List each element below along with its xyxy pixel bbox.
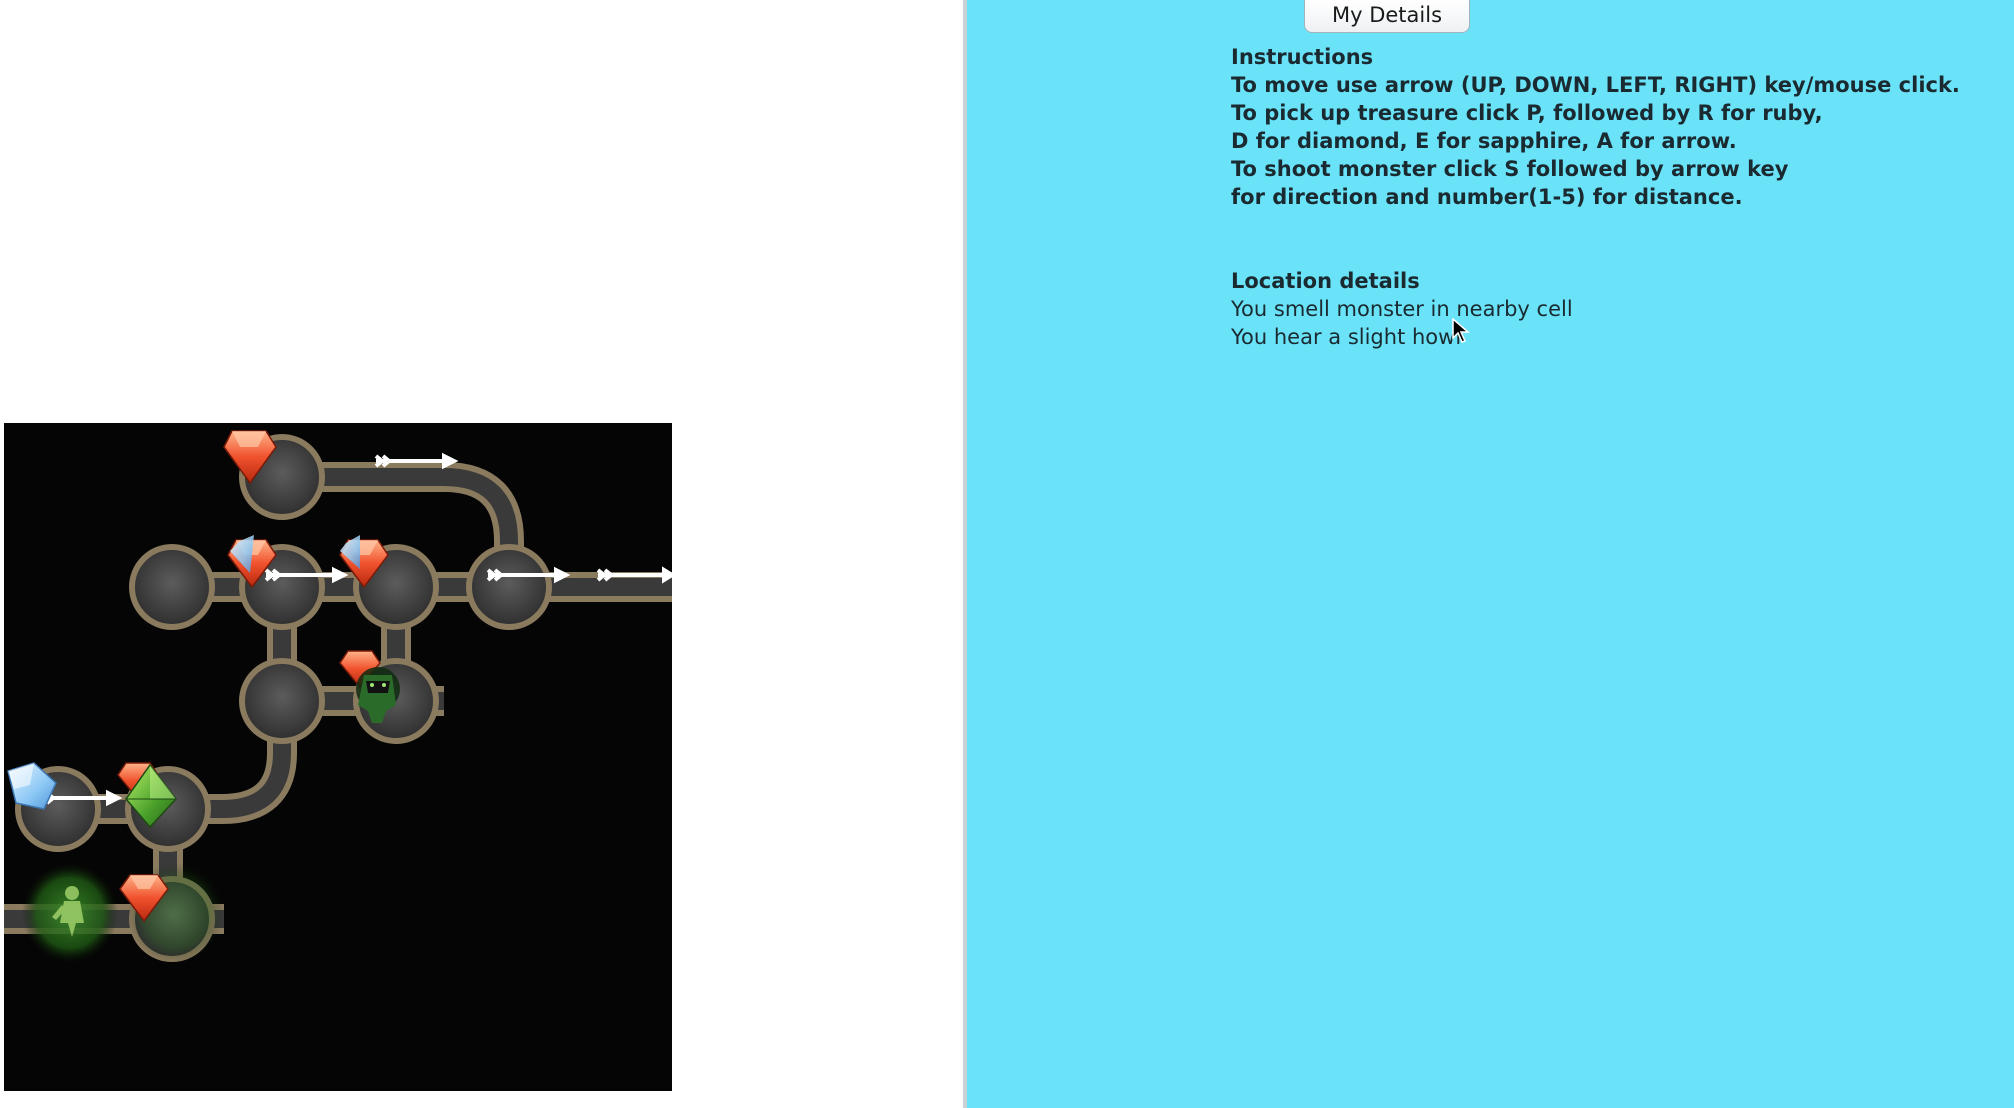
location-heading: Location details [1231, 269, 1420, 293]
instruction-line: for direction and number(1-5) for distan… [1231, 185, 1743, 209]
instruction-line: To pick up treasure click P, followed by… [1231, 101, 1823, 125]
instruction-line: To move use arrow (UP, DOWN, LEFT, RIGHT… [1231, 73, 1960, 97]
dungeon-board[interactable] [4, 423, 672, 1091]
instruction-line: D for diamond, E for sapphire, A for arr… [1231, 129, 1737, 153]
room[interactable] [239, 658, 325, 744]
location-detail-line: You hear a slight howl [1231, 325, 1462, 349]
mouse-cursor-icon [1452, 318, 1470, 343]
room[interactable] [466, 544, 552, 630]
my-details-button[interactable]: My Details [1304, 0, 1470, 33]
location-detail-line: You smell monster in nearby cell [1231, 297, 1573, 321]
instruction-line: To shoot monster click S followed by arr… [1231, 157, 1789, 181]
room[interactable] [129, 544, 215, 630]
instructions-heading: Instructions [1231, 45, 1374, 69]
